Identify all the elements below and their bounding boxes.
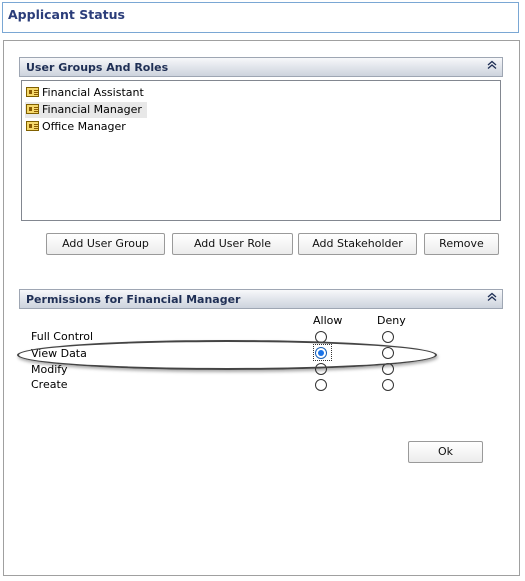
- user-groups-header[interactable]: User Groups And Roles: [19, 57, 503, 77]
- create-deny-radio[interactable]: [382, 379, 394, 391]
- list-item-label: Office Manager: [42, 120, 126, 133]
- add-user-role-button[interactable]: Add User Role: [172, 233, 293, 255]
- user-group-icon: [26, 121, 39, 131]
- permissions-header-label: Permissions for Financial Manager: [26, 293, 241, 306]
- user-group-icon: [26, 87, 39, 97]
- user-groups-header-label: User Groups And Roles: [26, 61, 169, 74]
- highlight-annotation: [17, 340, 437, 370]
- create-allow-radio[interactable]: [315, 379, 327, 391]
- list-item-label: Financial Manager: [42, 103, 142, 116]
- deny-column-header: Deny: [377, 314, 406, 327]
- allow-column-header: Allow: [313, 314, 343, 327]
- permission-label-modify: Modify: [31, 363, 68, 376]
- add-user-group-button[interactable]: Add User Group: [46, 233, 165, 255]
- window-title: Applicant Status: [8, 7, 125, 22]
- list-item-financial-assistant[interactable]: Financial Assistant: [25, 85, 149, 101]
- user-groups-list[interactable]: Financial Assistant Financial Manager Of…: [21, 80, 501, 221]
- double-chevron-up-icon[interactable]: [485, 60, 499, 74]
- permissions-header[interactable]: Permissions for Financial Manager: [19, 289, 503, 309]
- double-chevron-up-icon[interactable]: [485, 292, 499, 306]
- ok-button[interactable]: Ok: [408, 441, 483, 463]
- list-item-financial-manager[interactable]: Financial Manager: [25, 102, 147, 118]
- user-group-icon: [26, 104, 39, 114]
- list-item-label: Financial Assistant: [42, 86, 144, 99]
- full-control-deny-radio[interactable]: [382, 331, 394, 343]
- permission-label-full-control: Full Control: [31, 330, 94, 343]
- add-stakeholder-button[interactable]: Add Stakeholder: [298, 233, 417, 255]
- remove-button[interactable]: Remove: [424, 233, 499, 255]
- list-item-office-manager[interactable]: Office Manager: [25, 119, 131, 135]
- title-bar: Applicant Status: [2, 2, 519, 33]
- permission-label-create: Create: [31, 378, 68, 391]
